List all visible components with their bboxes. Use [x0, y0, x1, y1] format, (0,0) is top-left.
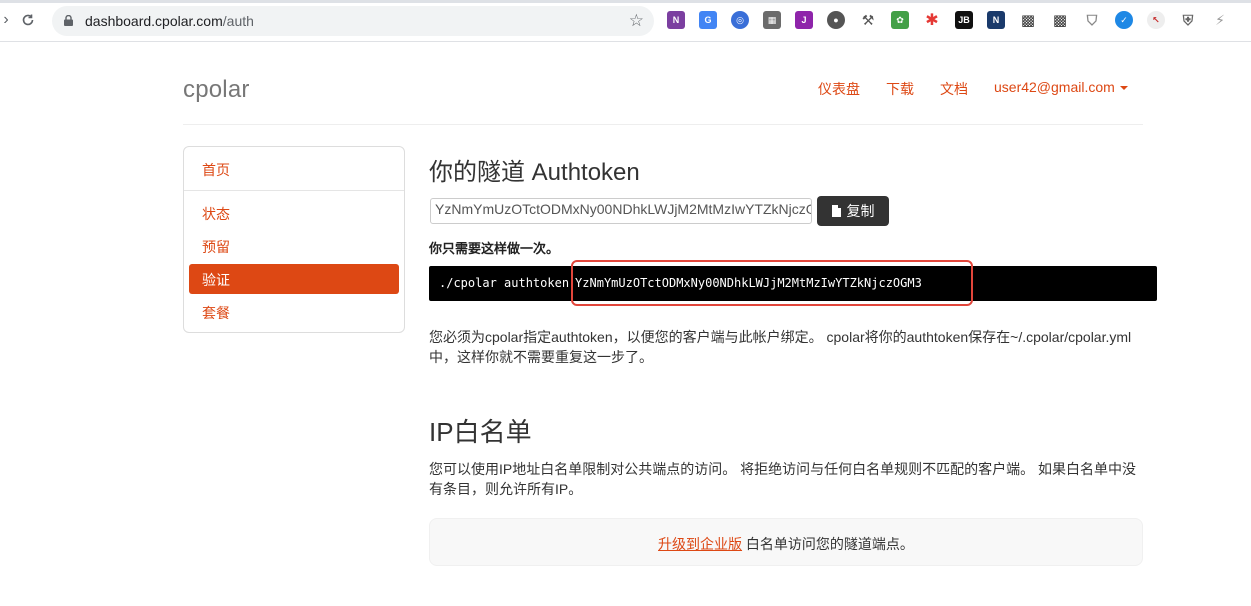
bookmark-star-icon[interactable]: ☆: [629, 11, 644, 31]
brand-logo[interactable]: cpolar: [183, 76, 250, 104]
jb-extension-icon[interactable]: JB: [955, 11, 973, 29]
sidebar-item-home[interactable]: 首页: [189, 154, 399, 184]
nav-docs-link[interactable]: 文档: [940, 79, 968, 99]
qr-extension-icon[interactable]: ▩: [1019, 11, 1037, 29]
authtoken-field[interactable]: YzNmYmUzOTctODMxNy00NDhkLWJjM2MtMzIwYTZk…: [430, 198, 812, 224]
shield-extension-icon[interactable]: ⛉: [1083, 11, 1101, 29]
upgrade-text: 白名单访问您的隧道端点。: [742, 536, 914, 552]
address-bar[interactable]: dashboard.cpolar.com/auth ☆: [52, 6, 654, 36]
news-extension-icon[interactable]: N: [987, 11, 1005, 29]
copy-button-label: 复制: [846, 203, 875, 219]
privacy-extension-icon[interactable]: ⛨: [1179, 11, 1197, 29]
tool-extension-icon[interactable]: ⚒: [859, 11, 877, 29]
green-extension-icon[interactable]: ✿: [891, 11, 909, 29]
sidebar-item-status[interactable]: 状态: [189, 198, 399, 228]
lightning-extension-icon[interactable]: ⚡: [1211, 11, 1229, 29]
document-icon: [831, 205, 841, 217]
translate-extension-icon[interactable]: G: [699, 11, 717, 29]
caret-down-icon: [1119, 86, 1128, 91]
upgrade-link[interactable]: 升级到企业版: [658, 536, 742, 552]
nav-dashboard-link[interactable]: 仪表盘: [818, 79, 860, 99]
sidebar-item-reserved[interactable]: 预留: [189, 231, 399, 261]
ip-whitelist-description: 您可以使用IP地址白名单限制对公共端点的访问。 将拒绝访问与任何白名单规则不匹配…: [429, 461, 1137, 497]
url-path: /auth: [222, 13, 254, 29]
token-highlight-box: [571, 260, 973, 306]
url-host: dashboard.cpolar.com: [85, 13, 223, 29]
check-extension-icon[interactable]: ✓: [1115, 11, 1133, 29]
user-email: user42@gmail.com: [994, 79, 1115, 95]
circle-extension-icon[interactable]: ●: [827, 11, 845, 29]
reader-extension-icon[interactable]: ▦: [763, 11, 781, 29]
copy-button[interactable]: 复制: [817, 196, 889, 226]
browser-toolbar: › dashboard.cpolar.com/auth ☆ N G ◎ ▦ J …: [0, 0, 1251, 42]
nav-download-link[interactable]: 下载: [886, 79, 914, 99]
header-divider: [183, 124, 1143, 125]
forward-icon[interactable]: ›: [0, 10, 16, 30]
lock-icon: [64, 15, 73, 26]
command-prefix: ./cpolar authtoken: [439, 276, 570, 290]
sidebar-item-plans[interactable]: 套餐: [189, 297, 399, 327]
reload-icon[interactable]: [18, 10, 38, 30]
authtoken-description: 您必须为cpolar指定authtoken，以便您的客户端与此帐户绑定。 cpo…: [429, 329, 1132, 365]
once-note: 你只需要这样做一次。: [429, 241, 560, 256]
star-extension-icon[interactable]: ✱: [923, 11, 941, 29]
ip-whitelist-title: IP白名单: [429, 417, 532, 447]
upgrade-notice: 升级到企业版 白名单访问您的隧道端点。: [429, 518, 1143, 566]
user-menu[interactable]: user42@gmail.com: [994, 79, 1128, 95]
qr-code-extension-icon[interactable]: ▩: [1051, 11, 1069, 29]
url-text: dashboard.cpolar.com/auth: [85, 13, 254, 29]
globe-extension-icon[interactable]: ◎: [731, 11, 749, 29]
app-extension-icon[interactable]: J: [795, 11, 813, 29]
authtoken-title: 你的隧道 Authtoken: [429, 159, 640, 186]
onenote-extension-icon[interactable]: N: [667, 11, 685, 29]
sidebar: 首页 状态 预留 验证 套餐: [183, 146, 405, 333]
sidebar-divider: [184, 190, 404, 191]
cursor-extension-icon[interactable]: ↖: [1147, 11, 1165, 29]
sidebar-item-auth[interactable]: 验证: [189, 264, 399, 294]
tab-strip-edge: [0, 0, 1251, 3]
